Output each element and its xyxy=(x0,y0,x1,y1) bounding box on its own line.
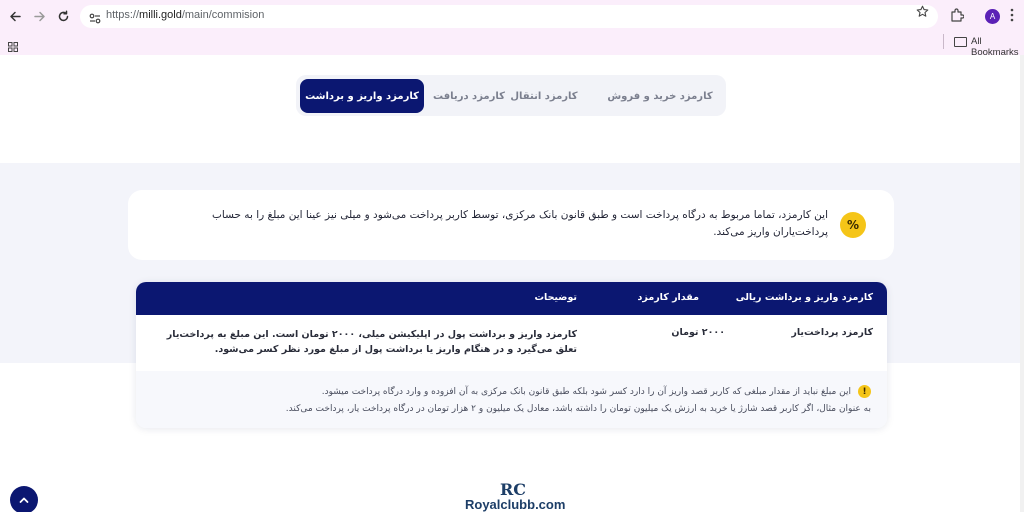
url-scheme: https:// xyxy=(106,9,140,21)
watermark-logo: RC xyxy=(498,479,526,499)
row-fee-name: کارمزد پرداخت‌یار xyxy=(791,327,873,338)
bookmark-star-icon[interactable] xyxy=(916,5,930,22)
percent-badge-icon: % xyxy=(840,212,866,238)
browser-toolbar: https://milli.gold/main/commision A All … xyxy=(0,0,1024,58)
watermark-text: Royalclubb.com xyxy=(465,497,566,512)
url-path: /main/commision xyxy=(181,9,265,21)
browser-menu-icon[interactable] xyxy=(1010,8,1014,22)
bookmarks-separator xyxy=(943,34,944,49)
url-host: milli.gold xyxy=(139,9,182,21)
tab-buy-sell-fee[interactable]: کارمزد خرید و فروش xyxy=(604,79,716,113)
commission-tabs: کارمزد خرید و فروش کارمزد انتقال کارمزد … xyxy=(296,75,726,116)
tab-deposit-withdraw-fee[interactable]: کارمزد واریز و برداشت xyxy=(300,79,424,113)
page-content: کارمزد خرید و فروش کارمزد انتقال کارمزد … xyxy=(0,55,1024,512)
address-bar[interactable]: https://milli.gold/main/commision xyxy=(80,5,938,28)
apps-grid-icon[interactable] xyxy=(8,37,18,52)
header-fee-name: کارمزد واریز و برداشت ریالی xyxy=(735,292,873,303)
header-description: توضیحات xyxy=(534,292,577,303)
back-arrow-icon[interactable] xyxy=(4,5,26,27)
note-text: این مبلغ نباید از مقدار مبلغی که کاربر ق… xyxy=(151,384,871,418)
page-scrollbar[interactable] xyxy=(1020,55,1024,512)
forward-arrow-icon[interactable] xyxy=(28,5,50,27)
reload-icon[interactable] xyxy=(52,5,74,27)
note-line-1: این مبلغ نباید از مقدار مبلغی که کاربر ق… xyxy=(321,387,851,397)
fee-table: کارمزد واریز و برداشت ریالی مقدار کارمزد… xyxy=(136,282,887,428)
folder-icon xyxy=(954,37,967,47)
chevron-up-icon xyxy=(19,497,29,503)
row-fee-amount: ۲۰۰۰ تومان xyxy=(671,327,725,338)
info-card: % این کارمزد، تماما مربوط به درگاه پرداخ… xyxy=(128,190,894,260)
row-description: کارمزد واریز و برداشت پول در اپلیکیشن می… xyxy=(166,329,577,355)
scroll-to-top-button[interactable] xyxy=(10,486,38,512)
site-settings-icon[interactable] xyxy=(88,10,102,24)
fee-note: ! این مبلغ نباید از مقدار مبلغی که کاربر… xyxy=(136,371,887,428)
table-header: کارمزد واریز و برداشت ریالی مقدار کارمزد… xyxy=(136,282,887,315)
info-text: این کارمزد، تماما مربوط به درگاه پرداخت … xyxy=(212,209,828,238)
note-line-2: به عنوان مثال، اگر کاربر قصد شارژ یا خری… xyxy=(285,404,871,414)
url-text[interactable]: https://milli.gold/main/commision xyxy=(106,9,264,21)
tab-receive-fee[interactable]: کارمزد دریافت xyxy=(424,79,514,113)
header-fee-amount: مقدار کارمزد xyxy=(637,292,699,303)
extensions-puzzle-icon[interactable] xyxy=(950,7,965,22)
profile-avatar[interactable]: A xyxy=(985,9,1000,24)
